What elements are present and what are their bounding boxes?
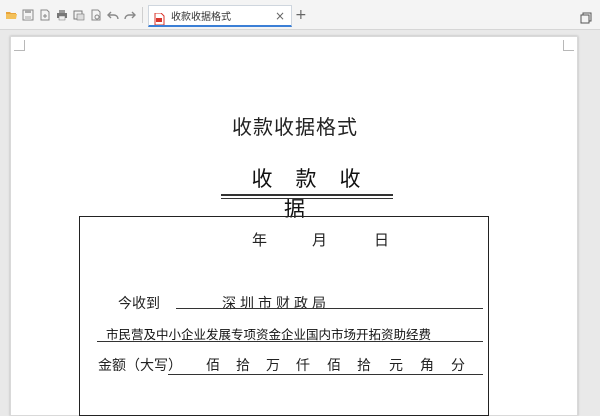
undo-icon[interactable] bbox=[107, 9, 119, 21]
title-underline-thick bbox=[221, 194, 393, 196]
payer-name: 深圳市财政局 bbox=[222, 296, 330, 312]
close-tab-icon[interactable]: × bbox=[275, 9, 285, 23]
save-icon[interactable] bbox=[22, 9, 34, 21]
amount-unit: 角 bbox=[420, 358, 434, 374]
amount-unit: 拾 bbox=[357, 358, 371, 374]
amount-unit: 万 bbox=[266, 358, 280, 374]
export-icon[interactable] bbox=[39, 9, 51, 21]
amount-unit: 佰 bbox=[327, 358, 341, 374]
tab-title: 收款收据格式 bbox=[171, 12, 231, 23]
page-corner-mark bbox=[563, 40, 574, 51]
tab-document[interactable]: 收款收据格式 × bbox=[148, 5, 292, 27]
payer-line bbox=[176, 308, 483, 309]
restore-window-icon[interactable] bbox=[580, 9, 592, 24]
received-label: 今收到 bbox=[118, 296, 160, 312]
redo-icon[interactable] bbox=[124, 9, 136, 21]
amount-unit: 仟 bbox=[296, 358, 310, 374]
print-preview-icon[interactable] bbox=[73, 9, 85, 21]
amount-unit: 佰 bbox=[206, 358, 220, 374]
pdf-file-icon bbox=[153, 10, 165, 25]
new-tab-icon[interactable]: + bbox=[295, 7, 307, 23]
preview-icon[interactable] bbox=[90, 9, 102, 21]
page-corner-mark bbox=[14, 40, 25, 51]
toolbar: 收款收据格式 × + bbox=[0, 0, 600, 30]
toolbar-divider bbox=[142, 6, 143, 23]
amount-unit: 分 bbox=[451, 358, 465, 374]
title-underline-thin bbox=[221, 198, 393, 199]
receipt-box bbox=[79, 216, 489, 416]
purpose-line bbox=[97, 341, 483, 342]
print-icon[interactable] bbox=[56, 9, 68, 21]
open-folder-icon[interactable] bbox=[5, 9, 17, 21]
amount-label: 金额（大写） bbox=[98, 358, 182, 374]
page-title: 收款收据格式 bbox=[232, 115, 358, 139]
amount-unit: 元 bbox=[389, 358, 403, 374]
receipt-title: 收款收据 bbox=[251, 167, 384, 221]
amount-unit: 拾 bbox=[236, 358, 250, 374]
